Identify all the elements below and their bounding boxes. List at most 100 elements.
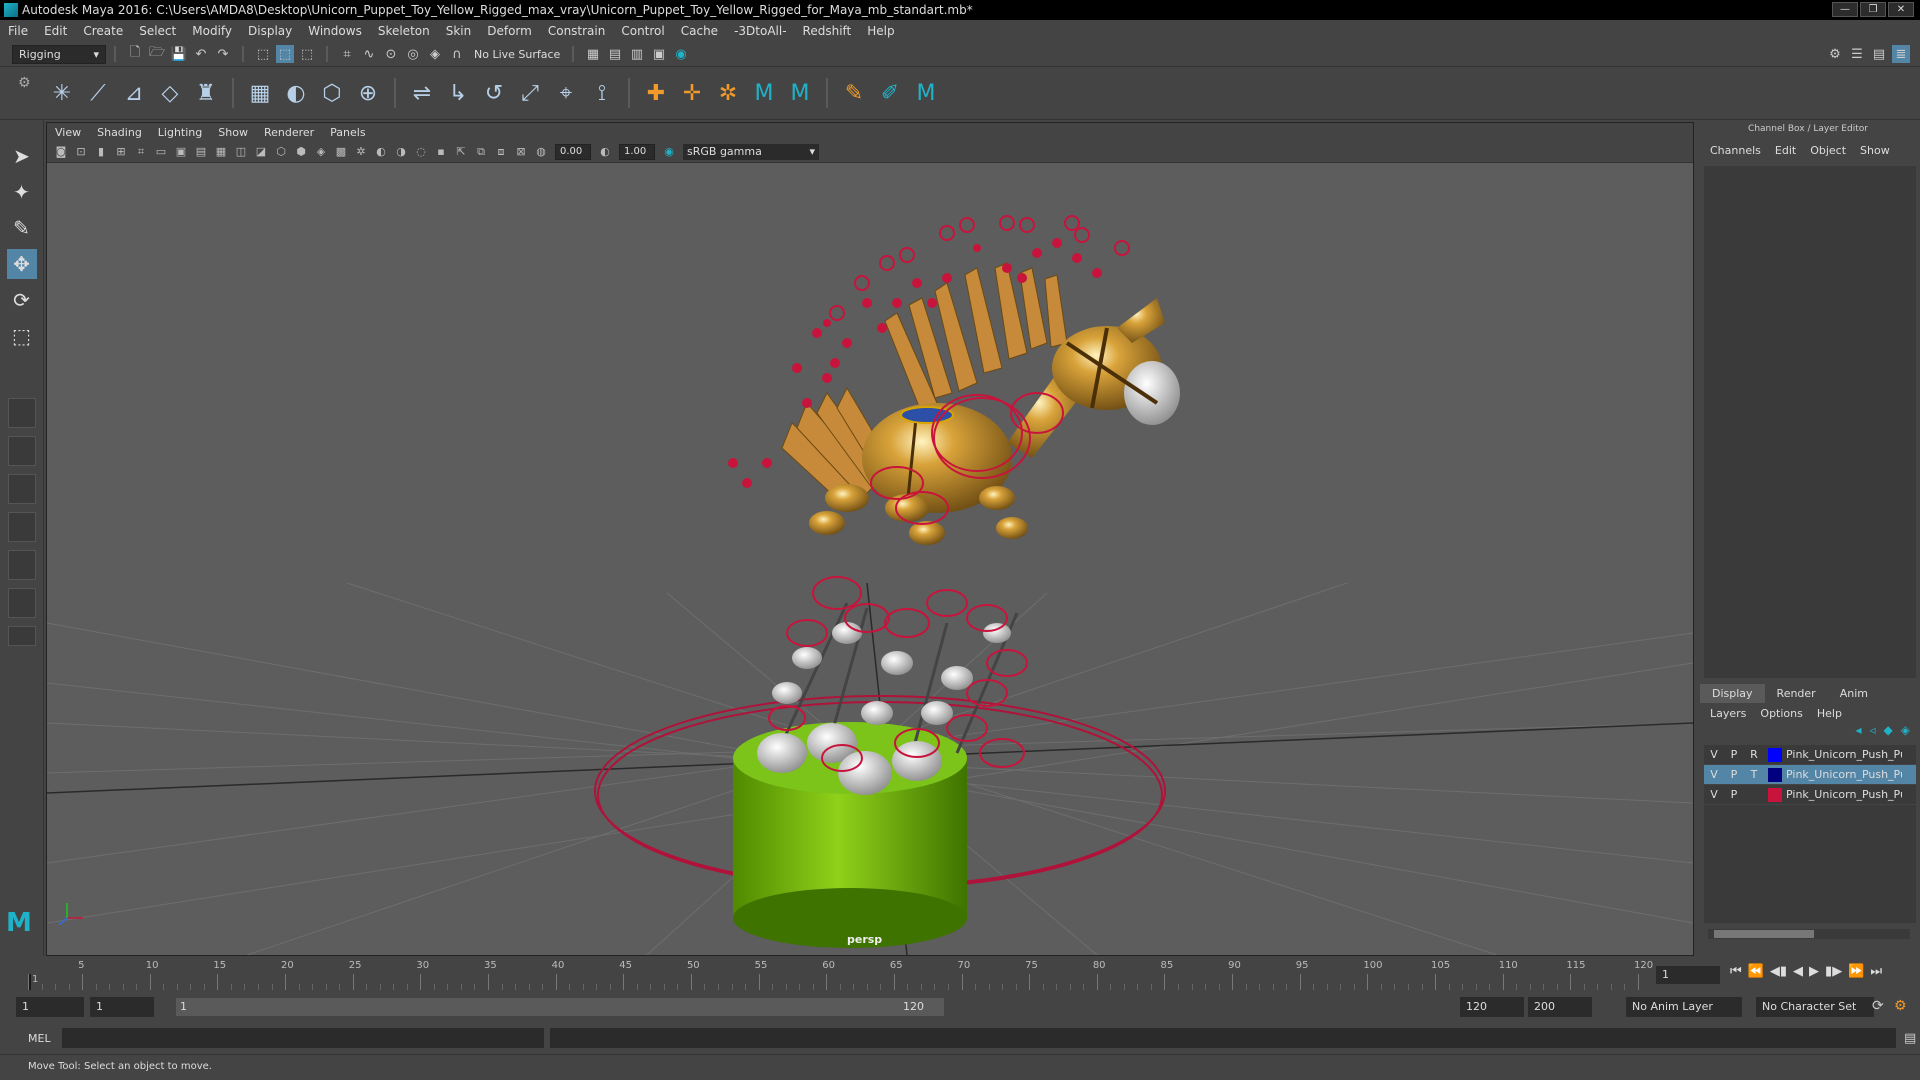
skin-bind-icon[interactable]: ▦: [245, 78, 275, 108]
ik-spline-icon[interactable]: ◇: [155, 78, 185, 108]
snap-view-icon[interactable]: ◎: [404, 45, 422, 63]
panel-menu-renderer[interactable]: Renderer: [264, 126, 314, 139]
grid-icon[interactable]: ⌗: [133, 144, 149, 160]
snap-curve-icon[interactable]: ∿: [360, 45, 378, 63]
graph-layout-icon[interactable]: [7, 512, 36, 542]
cb-menu-channels[interactable]: Channels: [1710, 144, 1761, 162]
menu-deform[interactable]: Deform: [487, 24, 532, 38]
menu-edit[interactable]: Edit: [44, 24, 67, 38]
paint-weights-icon[interactable]: ◐: [281, 78, 311, 108]
outliner-layout-icon[interactable]: [7, 474, 36, 504]
layer-color-swatch[interactable]: [1768, 787, 1782, 802]
select-object-icon[interactable]: ⬚: [276, 45, 294, 63]
menu-skeleton[interactable]: Skeleton: [378, 24, 430, 38]
xray-icon[interactable]: ⧉: [473, 144, 489, 160]
new-empty-layer-icon[interactable]: ◆: [1884, 723, 1893, 743]
live-surface-label[interactable]: No Live Surface: [474, 48, 564, 61]
menuset-dropdown[interactable]: Rigging ▾: [12, 44, 106, 64]
tab-display[interactable]: Display: [1700, 684, 1765, 703]
save-scene-icon[interactable]: 💾: [170, 45, 188, 63]
textured-icon[interactable]: ▩: [333, 144, 349, 160]
step-back-key-icon[interactable]: ◀▮: [1770, 964, 1787, 979]
lights-icon[interactable]: ✲: [353, 144, 369, 160]
playback-start-field[interactable]: 1: [90, 997, 154, 1017]
menu-help[interactable]: Help: [867, 24, 894, 38]
isolate-select-icon[interactable]: ⇱: [453, 144, 469, 160]
safe-title-icon[interactable]: ◪: [253, 144, 269, 160]
xray-joints-icon[interactable]: ⧈: [493, 144, 509, 160]
layer-visibility-toggle[interactable]: V: [1704, 748, 1724, 761]
attribute-editor-icon[interactable]: ☰: [1848, 45, 1866, 63]
menu-redshift[interactable]: Redshift: [803, 24, 852, 38]
auto-key-icon[interactable]: ⚙: [1894, 998, 1907, 1014]
resolution-gate-icon[interactable]: ▣: [173, 144, 189, 160]
color-management-icon[interactable]: ◉: [661, 144, 677, 160]
ipr-render-icon[interactable]: ▣: [650, 45, 668, 63]
camera-lock-icon[interactable]: ⊡: [73, 144, 89, 160]
layer-playback-toggle[interactable]: P: [1724, 748, 1744, 761]
go-to-end-icon[interactable]: ⏭: [1870, 964, 1882, 979]
uv-layout-icon[interactable]: [7, 588, 36, 618]
tab-render[interactable]: Render: [1765, 684, 1828, 703]
shadows-icon[interactable]: ◐: [373, 144, 389, 160]
scale-tool-icon[interactable]: ⬚: [7, 321, 37, 351]
rotate-tool-icon[interactable]: ⟳: [7, 285, 37, 315]
modeling-toolkit-icon[interactable]: ⚙: [1826, 45, 1844, 63]
lasso-tool-icon[interactable]: ✦: [7, 177, 37, 207]
orient-constraint-icon[interactable]: ↺: [479, 78, 509, 108]
step-forward-frame-icon[interactable]: ⏩: [1848, 964, 1864, 979]
script-editor-icon[interactable]: ▤: [1904, 1031, 1916, 1046]
layer-display-type-toggle[interactable]: T: [1744, 768, 1764, 781]
key-icon[interactable]: ⟳: [1872, 998, 1884, 1014]
go-to-start-icon[interactable]: ⏮: [1730, 964, 1742, 979]
hik-icon[interactable]: ♜: [191, 78, 221, 108]
hypershade-layout-icon[interactable]: [7, 550, 36, 580]
field-chart-icon[interactable]: ▦: [213, 144, 229, 160]
tool-settings-icon[interactable]: ▤: [1870, 45, 1888, 63]
locator-icon[interactable]: ✚: [641, 78, 671, 108]
lattice-icon[interactable]: ⬡: [317, 78, 347, 108]
ambient-occlusion-icon[interactable]: ◑: [393, 144, 409, 160]
select-tool-icon[interactable]: ➤: [7, 141, 37, 171]
command-language-label[interactable]: MEL: [28, 1032, 62, 1045]
locator-joint-icon[interactable]: ✛: [677, 78, 707, 108]
step-back-frame-icon[interactable]: ⏪: [1748, 964, 1764, 979]
menu-windows[interactable]: Windows: [308, 24, 362, 38]
maximize-button[interactable]: ❐: [1860, 2, 1886, 17]
gamma-field[interactable]: 1.00: [619, 143, 655, 160]
ik-handle-icon[interactable]: ⊿: [119, 78, 149, 108]
menu-cache[interactable]: Cache: [681, 24, 718, 38]
play-backward-icon[interactable]: ◀: [1793, 964, 1803, 979]
render-globe-icon[interactable]: ◉: [672, 45, 690, 63]
exposure-icon[interactable]: ◍: [533, 144, 549, 160]
layer-menu-help[interactable]: Help: [1817, 707, 1842, 723]
channel-box-area[interactable]: [1704, 166, 1916, 678]
move-tool-icon[interactable]: ✥: [6, 249, 37, 279]
locator-ik-icon[interactable]: ✲: [713, 78, 743, 108]
layer-row[interactable]: V P Pink_Unicorn_Push_Pu: [1704, 785, 1916, 805]
single-perspective-layout-icon[interactable]: [7, 398, 36, 428]
menu-create[interactable]: Create: [83, 24, 123, 38]
3d-scene[interactable]: persp: [47, 163, 1693, 955]
layer-row[interactable]: V P T Pink_Unicorn_Push_Pu: [1704, 765, 1916, 785]
exposure-field[interactable]: 0.00: [555, 143, 591, 160]
channel-box-toggle-icon[interactable]: ≣: [1892, 45, 1910, 63]
smooth-shade-icon[interactable]: ⬢: [293, 144, 309, 160]
anti-alias-icon[interactable]: ▪: [433, 144, 449, 160]
playback-end-field[interactable]: 120: [1460, 997, 1524, 1017]
layer-menu-layers[interactable]: Layers: [1710, 707, 1746, 723]
snap-point-icon[interactable]: ⊙: [382, 45, 400, 63]
layer-visibility-toggle[interactable]: V: [1704, 768, 1724, 781]
select-hierarchy-icon[interactable]: ⬚: [254, 45, 272, 63]
layer-row[interactable]: V P R Pink_Unicorn_Push_Pu: [1704, 745, 1916, 765]
select-component-icon[interactable]: ⬚: [298, 45, 316, 63]
open-scene-icon[interactable]: 🗁: [148, 45, 166, 63]
aim-constraint-icon[interactable]: ⌖: [551, 78, 581, 108]
shelf-options-icon[interactable]: ⚙: [18, 75, 31, 91]
layer-playback-toggle[interactable]: P: [1724, 768, 1744, 781]
insert-joint-icon[interactable]: ⟋: [83, 78, 113, 108]
xray-components-icon[interactable]: ⊠: [513, 144, 529, 160]
menu-select[interactable]: Select: [139, 24, 176, 38]
layer-visibility-toggle[interactable]: V: [1704, 788, 1724, 801]
panel-menu-view[interactable]: View: [55, 126, 81, 139]
